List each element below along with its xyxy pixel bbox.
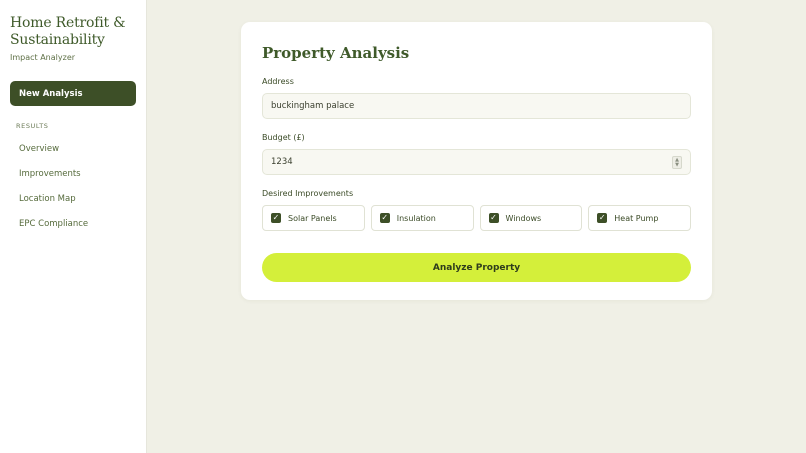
- improvements-label: Desired Improvements: [262, 189, 354, 198]
- sidebar-item-overview[interactable]: Overview: [10, 136, 136, 161]
- checkbox-label: Solar Panels: [288, 213, 337, 223]
- page-title: Property Analysis: [262, 44, 410, 62]
- sidebar-item-location-map[interactable]: Location Map: [10, 186, 136, 211]
- results-section-label: RESULTS: [16, 122, 49, 130]
- checkbox-label: Insulation: [396, 213, 436, 223]
- sidebar-item-improvements[interactable]: Improvements: [10, 161, 136, 186]
- number-spinner-icon[interactable]: ▲ ▼: [672, 156, 682, 169]
- budget-label: Budget (£): [262, 133, 305, 142]
- main-content: Property Analysis Address buckingham pal…: [147, 0, 806, 453]
- new-analysis-button[interactable]: New Analysis: [10, 81, 136, 106]
- address-input[interactable]: buckingham palace: [262, 93, 691, 119]
- property-analysis-card: Property Analysis Address buckingham pal…: [241, 22, 712, 300]
- address-label: Address: [262, 77, 294, 86]
- budget-value: 1234: [271, 157, 293, 167]
- analyze-property-button[interactable]: Analyze Property: [262, 253, 691, 282]
- improvements-group: ✓ Solar Panels ✓ Insulation ✓ Windows ✓ …: [262, 205, 691, 231]
- checkbox-windows[interactable]: ✓ Windows: [479, 205, 583, 231]
- sidebar-item-epc-compliance[interactable]: EPC Compliance: [10, 211, 136, 236]
- checkbox-label: Windows: [505, 213, 542, 223]
- checkbox-insulation[interactable]: ✓ Insulation: [370, 205, 474, 231]
- results-nav: Overview Improvements Location Map EPC C…: [10, 136, 136, 236]
- app-title: Home Retrofit & Sustainability: [10, 15, 126, 48]
- app-window: Home Retrofit & Sustainability Impact An…: [0, 0, 806, 453]
- budget-input[interactable]: 1234 ▲ ▼: [262, 149, 691, 175]
- sidebar: Home Retrofit & Sustainability Impact An…: [0, 0, 147, 453]
- check-icon: ✓: [271, 213, 281, 223]
- checkbox-heat-pump[interactable]: ✓ Heat Pump: [588, 205, 691, 231]
- check-icon: ✓: [597, 213, 608, 223]
- check-icon: ✓: [488, 213, 499, 223]
- check-icon: ✓: [379, 213, 390, 223]
- checkbox-solar-panels[interactable]: ✓ Solar Panels: [262, 205, 365, 231]
- app-subtitle: Impact Analyzer: [10, 53, 76, 62]
- checkbox-label: Heat Pump: [614, 213, 659, 223]
